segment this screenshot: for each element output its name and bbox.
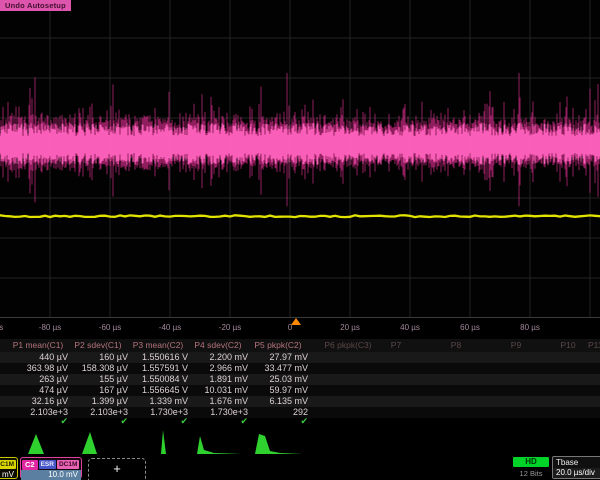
param-header-inactive[interactable]: P7 (370, 340, 422, 350)
param-value: 10.031 mV (188, 385, 250, 396)
histicon-row (0, 428, 600, 456)
param-value: 1.556645 V (128, 385, 190, 396)
c2-esr-badge: ESR (39, 460, 56, 469)
hd-mode-indicator: HD 12 Bits (513, 456, 549, 478)
hd-badge: HD (513, 457, 549, 467)
param-header-inactive[interactable]: P8 (430, 340, 482, 350)
table-row: 32.16 µV1.399 µV1.339 mV1.676 mV6.135 mV (0, 396, 600, 407)
param-value: 6.135 mV (248, 396, 310, 407)
param-header-p2[interactable]: P2 sdev(C1) (68, 340, 128, 350)
param-value: 155 µV (68, 374, 130, 385)
c1-coupling-badge: DC1M (0, 460, 16, 469)
time-axis-label: -60 µs (99, 323, 121, 332)
param-value: 474 µV (8, 385, 70, 396)
timebase-descriptor[interactable]: Tbase 20.0 µs/div (552, 456, 600, 479)
table-row: 363.98 µV158.308 µV1.557591 V2.966 mV33.… (0, 363, 600, 374)
param-value: 1.891 mV (188, 374, 250, 385)
table-row: 263 µV155 µV1.550084 V1.891 mV25.03 mV (0, 374, 600, 385)
param-value: 1.399 µV (68, 396, 130, 407)
param-value: 167 µV (68, 385, 130, 396)
param-value: 33.477 mV (248, 363, 310, 374)
undo-autosetup-button[interactable]: Undo Autosetup (0, 0, 71, 11)
bit-depth-label: 12 Bits (513, 469, 549, 478)
time-axis-label: 60 µs (460, 323, 480, 332)
c2-vertical-scale: 10.0 mV (21, 470, 81, 480)
histicon-p5[interactable] (248, 428, 304, 457)
status-row: ✔✔✔✔✔ (0, 418, 600, 428)
param-header-inactive[interactable]: P9 (490, 340, 542, 350)
timebase-scale: 20.0 µs/div (553, 468, 600, 478)
add-trace-plus-icon: + (113, 461, 121, 476)
status-check-icon: ✔ (248, 416, 318, 427)
param-header-inactive[interactable]: P11 (588, 340, 600, 350)
param-value: 25.03 mV (248, 374, 310, 385)
time-axis-label: -20 µs (219, 323, 241, 332)
waveform-svg (0, 0, 600, 318)
add-trace-button[interactable]: + (88, 458, 146, 480)
param-value: 1.339 mV (128, 396, 190, 407)
param-value: 2.200 mV (188, 352, 250, 363)
param-value: 263 µV (8, 374, 70, 385)
channel-descriptor-c2[interactable]: C2 ESR DC1M 10.0 mV (20, 457, 82, 479)
param-header-p3[interactable]: P3 mean(C2) (128, 340, 188, 350)
table-row: 474 µV167 µV1.556645 V10.031 mV59.97 mV (0, 385, 600, 396)
param-value: 1.550084 V (128, 374, 190, 385)
param-value: 1.557591 V (128, 363, 190, 374)
c2-coupling-badge: DC1M (57, 460, 79, 469)
histicon-p1[interactable] (8, 428, 64, 457)
param-header-inactive[interactable]: P10 (542, 340, 594, 350)
param-value: 1.550616 V (128, 352, 190, 363)
waveform-display[interactable]: Undo Autosetup (0, 0, 600, 318)
c1-vertical-scale: 10.0 mV (0, 470, 17, 480)
table-row: 440 µV160 µV1.550616 V2.200 mV27.97 mV (0, 352, 600, 363)
param-value: 160 µV (68, 352, 130, 363)
param-value: 1.676 mV (188, 396, 250, 407)
trigger-time-marker-icon[interactable] (291, 318, 301, 325)
histicon-p3[interactable] (128, 428, 184, 457)
param-value: 32.16 µV (8, 396, 70, 407)
time-axis-label: -40 µs (159, 323, 181, 332)
param-header-p5[interactable]: P5 pkpk(C2) (248, 340, 308, 350)
c2-label: C2 (22, 460, 38, 470)
param-value: 2.966 mV (188, 363, 250, 374)
time-axis-label: 20 µs (340, 323, 360, 332)
descriptor-bar: DC1M 10.0 mV C2 ESR DC1M 10.0 mV + HD 12… (0, 456, 600, 480)
histicon-p4[interactable] (188, 428, 244, 457)
param-value: 158.308 µV (68, 363, 130, 374)
param-header-p1[interactable]: P1 mean(C1) (8, 340, 68, 350)
time-axis-label: 40 µs (400, 323, 420, 332)
histicon-p2[interactable] (68, 428, 124, 457)
param-value: 440 µV (8, 352, 70, 363)
time-axis-label: -100 µs (0, 323, 3, 332)
param-value: 27.97 mV (248, 352, 310, 363)
param-value: 363.98 µV (8, 363, 70, 374)
oscilloscope-screen: Undo Autosetup -100 µs -80 µs -60 µs -40 µs… (0, 0, 600, 480)
time-axis: -100 µs-80 µs-60 µs-40 µs-20 µs020 µs40 … (0, 318, 600, 338)
measurement-table: P1 mean(C1)P2 sdev(C1)P3 mean(C2)P4 sdev… (0, 339, 600, 428)
time-axis-label: -80 µs (39, 323, 61, 332)
table-header-row: P1 mean(C1)P2 sdev(C1)P3 mean(C2)P4 sdev… (0, 339, 600, 352)
timebase-label: Tbase (553, 457, 600, 468)
time-axis-label: 80 µs (520, 323, 540, 332)
channel-descriptor-c1[interactable]: DC1M 10.0 mV (0, 457, 18, 479)
param-value: 59.97 mV (248, 385, 310, 396)
param-header-p4[interactable]: P4 sdev(C2) (188, 340, 248, 350)
